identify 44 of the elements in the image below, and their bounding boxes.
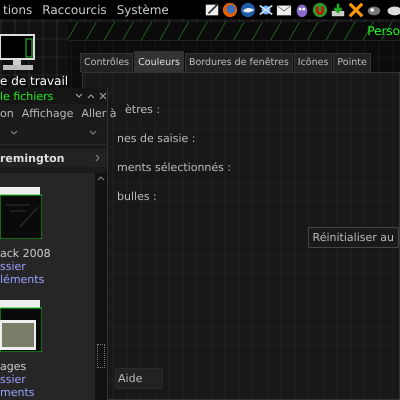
tab[interactable]: Couleurs [134, 51, 184, 72]
globe-icon[interactable] [222, 2, 238, 18]
cross-icon[interactable] [348, 2, 364, 18]
folder-icon[interactable] [0, 187, 42, 239]
panel-menu[interactable]: tions [0, 2, 36, 16]
file-name[interactable]: ages [0, 360, 95, 373]
menu-item[interactable]: Affichage [22, 106, 74, 120]
menu-item[interactable]: Aller à [81, 106, 117, 120]
magnet-icon[interactable] [312, 2, 328, 18]
chevron-up-icon[interactable] [87, 93, 95, 99]
close-icon[interactable] [99, 92, 107, 100]
color-label: bulles : [117, 190, 158, 205]
monitor-icon[interactable] [0, 34, 36, 72]
tab[interactable]: Pointe [333, 53, 371, 72]
tab[interactable]: Bordures de fenêtres [184, 53, 293, 72]
scrollbar-thumb[interactable] [97, 344, 105, 368]
file-name[interactable]: ack 2008 [0, 247, 95, 260]
folder-icon[interactable] [0, 300, 42, 352]
scrollbar[interactable] [95, 173, 107, 400]
item-count: ments [0, 386, 36, 399]
file-type: ssier [0, 373, 27, 386]
color-label: ments sélectionnés : [117, 161, 232, 176]
item-count: léments [0, 273, 46, 286]
panel-menu[interactable]: Raccourcis [39, 2, 110, 16]
chevron-up-icon[interactable] [97, 175, 105, 181]
window-title: le fichiers [0, 90, 54, 102]
file-type: ssier [0, 260, 27, 273]
desktop-icon-label[interactable]: e de travail [0, 74, 66, 88]
chevron-down-icon[interactable] [10, 130, 18, 136]
chevron-right-icon[interactable] [95, 154, 101, 162]
color-label: nes de saisie : [117, 132, 196, 147]
tab[interactable]: Icônes [294, 53, 332, 72]
creature-icon[interactable] [294, 2, 310, 18]
panel-menu[interactable]: Système [114, 2, 172, 16]
help-button[interactable]: Aide [115, 368, 164, 389]
reset-button[interactable]: Réinitialiser au [308, 227, 399, 248]
tab[interactable]: Contrôles [80, 53, 134, 72]
window-title: Perso [367, 24, 400, 38]
note-icon[interactable] [204, 2, 220, 18]
menu-item[interactable]: on [0, 106, 14, 120]
chevron-down-icon[interactable] [89, 130, 97, 136]
color-label: ètres : [125, 103, 162, 118]
chevron-down-icon[interactable] [75, 93, 83, 99]
download-icon[interactable] [330, 2, 346, 18]
